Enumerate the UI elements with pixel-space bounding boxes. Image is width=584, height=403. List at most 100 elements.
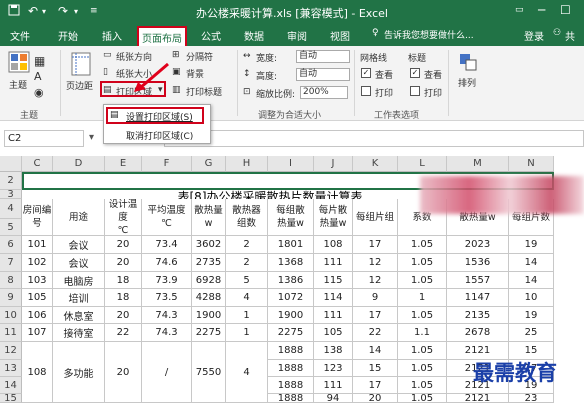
table-cell[interactable]: 1888 bbox=[268, 360, 314, 377]
table-cell[interactable]: 接待室 bbox=[53, 324, 105, 342]
table-cell[interactable]: 14 bbox=[509, 272, 554, 289]
table-cell[interactable]: 12 bbox=[353, 254, 398, 272]
theme-effects-icon[interactable]: ◉ bbox=[34, 86, 44, 99]
row-header[interactable]: 9 bbox=[0, 289, 22, 307]
table-cell[interactable]: 1 bbox=[398, 289, 447, 307]
table-cell[interactable]: 19 bbox=[509, 236, 554, 254]
table-cell[interactable]: 1147 bbox=[447, 289, 509, 307]
header-cell[interactable]: 每片散 热量w bbox=[314, 199, 353, 236]
table-cell[interactable]: 73.4 bbox=[142, 236, 192, 254]
theme-label[interactable]: 主题 bbox=[9, 78, 27, 91]
theme-fonts-icon[interactable]: A bbox=[34, 70, 42, 83]
row-header[interactable]: 13 bbox=[0, 360, 22, 377]
select-all-corner[interactable] bbox=[0, 156, 22, 172]
minimize-icon[interactable]: ─ bbox=[538, 3, 545, 17]
row-header[interactable]: 8 bbox=[0, 272, 22, 289]
breaks-button[interactable]: 分隔符 bbox=[186, 50, 213, 63]
margins-icon[interactable] bbox=[70, 52, 92, 79]
table-cell[interactable]: 1888 bbox=[268, 377, 314, 394]
tell-me-search[interactable]: 告诉我您想要做什么... bbox=[384, 28, 474, 41]
table-cell[interactable]: 17 bbox=[353, 236, 398, 254]
breaks-icon[interactable]: ⊞ bbox=[172, 50, 180, 60]
set-print-area-item[interactable]: 设置打印区域(S) bbox=[126, 110, 193, 123]
table-cell[interactable]: 培训 bbox=[53, 289, 105, 307]
tab-page-layout[interactable]: 页面布局 bbox=[137, 26, 187, 46]
table-cell[interactable]: 20 bbox=[105, 307, 142, 324]
table-cell[interactable]: 107 bbox=[22, 324, 53, 342]
merged-cell[interactable]: 多功能 bbox=[53, 342, 105, 403]
height-select[interactable]: 自动 bbox=[296, 68, 350, 81]
table-cell[interactable]: 电脑房 bbox=[53, 272, 105, 289]
table-cell[interactable]: 22 bbox=[105, 324, 142, 342]
table-cell[interactable]: 1 bbox=[226, 307, 268, 324]
table-cell[interactable]: 111 bbox=[314, 377, 353, 394]
table-cell[interactable]: 1.05 bbox=[398, 236, 447, 254]
table-cell[interactable]: 1.05 bbox=[398, 394, 447, 403]
table-cell[interactable]: 1557 bbox=[447, 272, 509, 289]
header-cell[interactable]: 散热器 组数 bbox=[226, 199, 268, 236]
theme-colors-icon[interactable]: ▦ bbox=[34, 54, 45, 68]
table-cell[interactable]: 2023 bbox=[447, 236, 509, 254]
row-header[interactable]: 4 bbox=[0, 199, 22, 219]
table-cell[interactable]: 102 bbox=[22, 254, 53, 272]
table-cell[interactable]: 休息室 bbox=[53, 307, 105, 324]
header-cell[interactable]: 每组散 热量w bbox=[268, 199, 314, 236]
table-cell[interactable]: 5 bbox=[226, 272, 268, 289]
table-cell[interactable]: 2678 bbox=[447, 324, 509, 342]
table-cell[interactable]: 1072 bbox=[268, 289, 314, 307]
arrange-button[interactable]: 排列 bbox=[458, 76, 476, 89]
header-cell[interactable]: 设计温度 ℃ bbox=[105, 199, 142, 236]
table-cell[interactable]: 会议 bbox=[53, 254, 105, 272]
margins-label[interactable]: 页边距 bbox=[66, 79, 93, 92]
table-cell[interactable]: 会议 bbox=[53, 236, 105, 254]
login-link[interactable]: 登录 bbox=[524, 28, 544, 43]
header-cell[interactable]: 房间编号 bbox=[22, 199, 53, 236]
table-cell[interactable]: 105 bbox=[314, 324, 353, 342]
table-cell[interactable]: 94 bbox=[314, 394, 353, 403]
table-cell[interactable]: 103 bbox=[22, 272, 53, 289]
table-cell[interactable]: 74.6 bbox=[142, 254, 192, 272]
column-header[interactable]: H bbox=[226, 156, 268, 172]
table-cell[interactable]: 22 bbox=[353, 324, 398, 342]
table-cell[interactable]: 1.05 bbox=[398, 360, 447, 377]
table-cell[interactable]: 2135 bbox=[447, 307, 509, 324]
formula-input[interactable] bbox=[164, 130, 584, 147]
table-cell[interactable]: 1.05 bbox=[398, 254, 447, 272]
table-cell[interactable]: 1.05 bbox=[398, 307, 447, 324]
row-header[interactable]: 3 bbox=[0, 190, 22, 200]
tab-file[interactable]: 文件 bbox=[10, 28, 30, 43]
column-header[interactable]: J bbox=[314, 156, 353, 172]
maximize-icon[interactable]: ☐ bbox=[560, 3, 571, 17]
row-header[interactable]: 7 bbox=[0, 254, 22, 272]
table-cell[interactable]: 73.9 bbox=[142, 272, 192, 289]
table-cell[interactable]: 4288 bbox=[192, 289, 226, 307]
name-box[interactable]: C2 bbox=[4, 130, 84, 147]
header-cell[interactable]: 每组片组 bbox=[353, 199, 398, 236]
arrange-icon[interactable] bbox=[458, 52, 478, 75]
table-cell[interactable]: 4 bbox=[226, 289, 268, 307]
width-select[interactable]: 自动 bbox=[296, 50, 350, 63]
table-cell[interactable]: 108 bbox=[314, 236, 353, 254]
table-cell[interactable]: 111 bbox=[314, 307, 353, 324]
column-header[interactable]: I bbox=[268, 156, 314, 172]
table-cell[interactable]: 2735 bbox=[192, 254, 226, 272]
merged-cell[interactable]: / bbox=[142, 342, 192, 403]
headings-view-checkbox[interactable]: ✓ bbox=[410, 68, 420, 78]
table-cell[interactable]: 123 bbox=[314, 360, 353, 377]
gridlines-view-checkbox[interactable]: ✓ bbox=[361, 68, 371, 78]
table-cell[interactable]: 1536 bbox=[447, 254, 509, 272]
tab-data[interactable]: 数据 bbox=[244, 28, 264, 43]
table-cell[interactable]: 114 bbox=[314, 289, 353, 307]
table-cell[interactable]: 2121 bbox=[447, 394, 509, 403]
gridlines-print-checkbox[interactable] bbox=[361, 86, 371, 96]
table-cell[interactable]: 1.1 bbox=[398, 324, 447, 342]
headings-print-checkbox[interactable] bbox=[410, 86, 420, 96]
tab-insert[interactable]: 插入 bbox=[102, 28, 122, 43]
merged-cell[interactable]: 20 bbox=[105, 342, 142, 403]
table-cell[interactable]: 15 bbox=[353, 360, 398, 377]
print-titles-button[interactable]: 打印标题 bbox=[186, 85, 222, 98]
merged-cell[interactable]: 108 bbox=[22, 342, 53, 403]
table-cell[interactable]: 1888 bbox=[268, 342, 314, 360]
merged-cell[interactable]: 4 bbox=[226, 342, 268, 403]
table-cell[interactable]: 1 bbox=[226, 324, 268, 342]
